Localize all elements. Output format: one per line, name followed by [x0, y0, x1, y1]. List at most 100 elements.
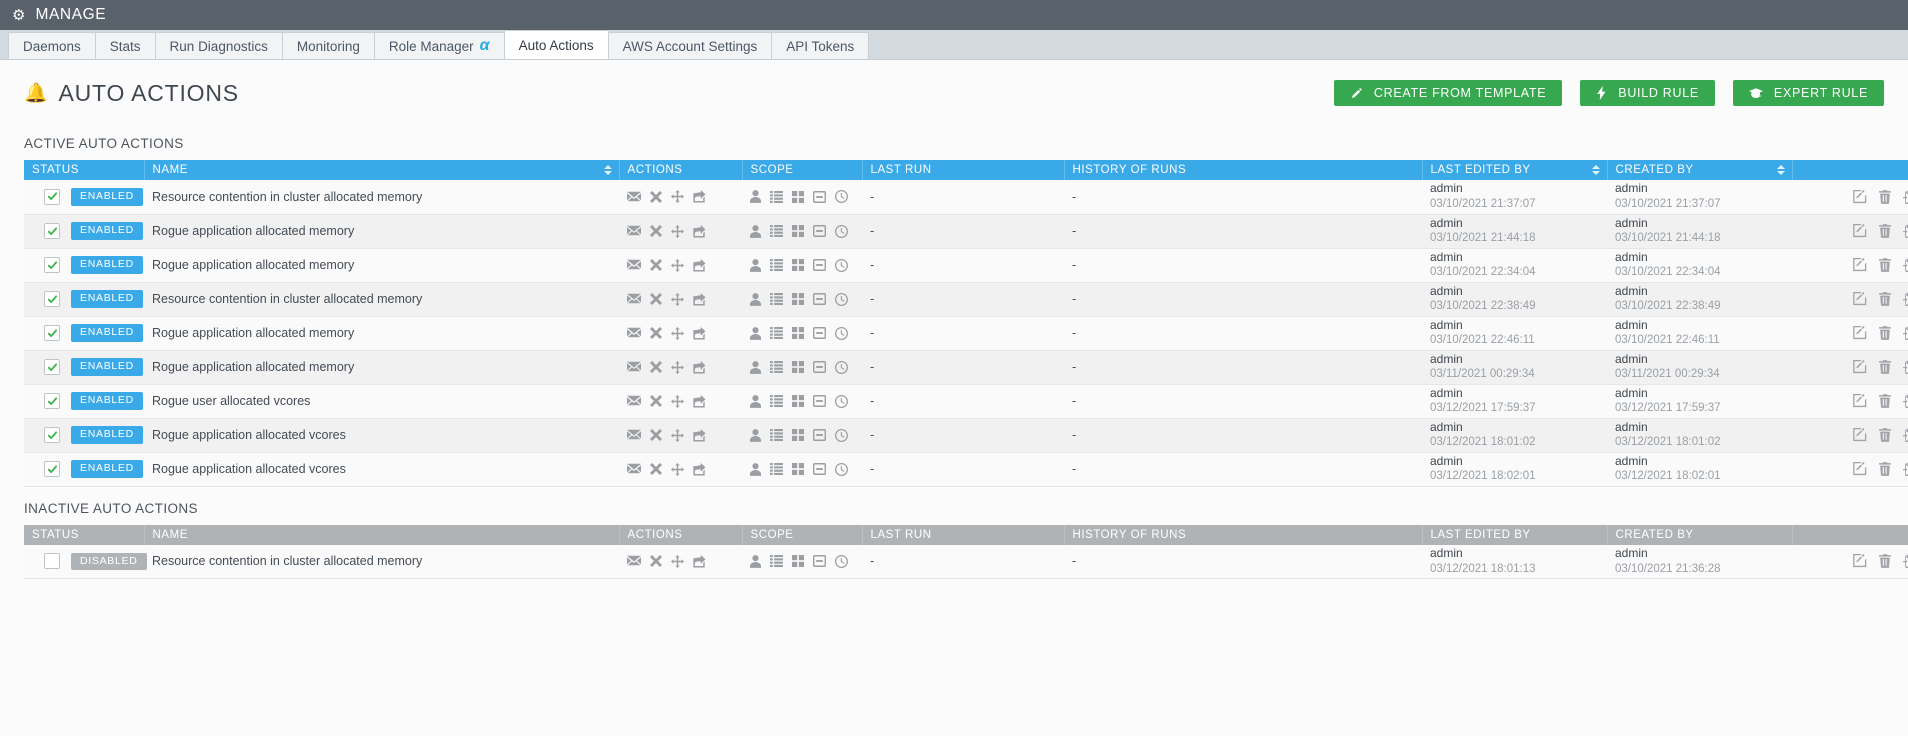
kill-x-icon[interactable] [650, 395, 662, 407]
clone-icon[interactable] [1903, 462, 1908, 476]
edit-icon[interactable] [1853, 394, 1867, 408]
tab-monitoring[interactable]: Monitoring [281, 32, 374, 59]
kill-x-icon[interactable] [650, 429, 662, 441]
envelope-icon[interactable] [627, 259, 641, 271]
column-header-edited[interactable]: LAST EDITED BY [1422, 160, 1608, 180]
kill-x-icon[interactable] [650, 327, 662, 339]
tab-api-tokens[interactable]: API Tokens [771, 32, 870, 59]
edit-icon[interactable] [1853, 554, 1867, 568]
row-checkbox[interactable] [44, 427, 60, 443]
move-icon[interactable] [671, 190, 684, 204]
clock-icon[interactable] [835, 360, 848, 374]
share-icon[interactable] [693, 428, 706, 442]
expert-rule-button[interactable]: EXPERT RULE [1732, 80, 1884, 106]
kill-x-icon[interactable] [650, 259, 662, 271]
sort-arrows-icon[interactable] [1591, 165, 1600, 175]
column-header-name[interactable]: NAME [144, 160, 620, 180]
share-icon[interactable] [693, 462, 706, 476]
grid-icon[interactable] [792, 555, 804, 568]
grid-icon[interactable] [792, 293, 804, 305]
trash-icon[interactable] [1879, 292, 1891, 306]
clone-icon[interactable] [1903, 224, 1908, 238]
share-icon[interactable] [693, 292, 706, 306]
user-icon[interactable] [750, 190, 761, 204]
row-checkbox[interactable] [44, 553, 60, 570]
move-icon[interactable] [671, 360, 684, 374]
clone-icon[interactable] [1903, 394, 1908, 408]
list-icon[interactable] [770, 555, 783, 568]
trash-icon[interactable] [1879, 326, 1891, 340]
share-icon[interactable] [693, 326, 706, 340]
envelope-icon[interactable] [627, 293, 641, 305]
clock-icon[interactable] [835, 554, 848, 568]
list-icon[interactable] [770, 293, 783, 305]
trash-icon[interactable] [1879, 462, 1891, 476]
clone-icon[interactable] [1903, 258, 1908, 272]
move-icon[interactable] [671, 394, 684, 408]
tab-aws-account-settings[interactable]: AWS Account Settings [607, 32, 772, 59]
user-icon[interactable] [750, 360, 761, 374]
trash-icon[interactable] [1879, 360, 1891, 374]
list-icon[interactable] [770, 361, 783, 373]
trash-icon[interactable] [1879, 258, 1891, 272]
move-icon[interactable] [671, 554, 684, 568]
clock-icon[interactable] [835, 190, 848, 204]
edit-icon[interactable] [1853, 258, 1867, 272]
envelope-icon[interactable] [627, 463, 641, 475]
row-checkbox[interactable] [44, 325, 60, 341]
share-icon[interactable] [693, 224, 706, 238]
row-checkbox[interactable] [44, 359, 60, 375]
grid-icon[interactable] [792, 463, 804, 475]
row-checkbox[interactable] [44, 461, 60, 477]
grid-icon[interactable] [792, 225, 804, 237]
user-icon[interactable] [750, 394, 761, 408]
clone-icon[interactable] [1903, 292, 1908, 306]
grid-icon[interactable] [792, 259, 804, 271]
create-from-template-button[interactable]: CREATE FROM TEMPLATE [1333, 80, 1563, 106]
list-icon[interactable] [770, 225, 783, 237]
tab-stats[interactable]: Stats [94, 32, 155, 59]
share-icon[interactable] [693, 190, 706, 203]
tab-role-manager[interactable]: Role Manager α [373, 32, 504, 59]
user-icon[interactable] [750, 258, 761, 272]
envelope-icon[interactable] [627, 327, 641, 339]
move-icon[interactable] [671, 258, 684, 272]
edit-icon[interactable] [1853, 326, 1867, 340]
trash-icon[interactable] [1879, 394, 1891, 408]
envelope-icon[interactable] [627, 555, 641, 567]
share-icon[interactable] [693, 258, 706, 272]
grid-icon[interactable] [792, 395, 804, 407]
user-icon[interactable] [750, 428, 761, 442]
clone-icon[interactable] [1903, 360, 1908, 374]
share-icon[interactable] [693, 360, 706, 374]
kill-x-icon[interactable] [650, 463, 662, 475]
move-icon[interactable] [671, 224, 684, 238]
row-checkbox[interactable] [44, 188, 60, 205]
grid-icon[interactable] [792, 327, 804, 339]
clock-icon[interactable] [835, 462, 848, 476]
user-icon[interactable] [750, 292, 761, 306]
envelope-icon[interactable] [627, 191, 641, 203]
user-icon[interactable] [750, 462, 761, 476]
kill-x-icon[interactable] [650, 361, 662, 373]
trash-icon[interactable] [1879, 428, 1891, 442]
tab-daemons[interactable]: Daemons [8, 32, 95, 59]
kill-x-icon[interactable] [650, 293, 662, 305]
edit-icon[interactable] [1853, 428, 1867, 442]
move-icon[interactable] [671, 428, 684, 442]
edit-icon[interactable] [1853, 292, 1867, 306]
list-icon[interactable] [770, 429, 783, 441]
window-icon[interactable] [813, 293, 826, 305]
user-icon[interactable] [750, 224, 761, 238]
envelope-icon[interactable] [627, 225, 641, 237]
grid-icon[interactable] [792, 190, 804, 203]
list-icon[interactable] [770, 327, 783, 339]
envelope-icon[interactable] [627, 429, 641, 441]
sort-arrows-icon[interactable] [1776, 165, 1785, 175]
row-checkbox[interactable] [44, 257, 60, 273]
clone-icon[interactable] [1903, 428, 1908, 442]
trash-icon[interactable] [1879, 189, 1891, 204]
clock-icon[interactable] [835, 326, 848, 340]
move-icon[interactable] [671, 462, 684, 476]
clock-icon[interactable] [835, 292, 848, 306]
